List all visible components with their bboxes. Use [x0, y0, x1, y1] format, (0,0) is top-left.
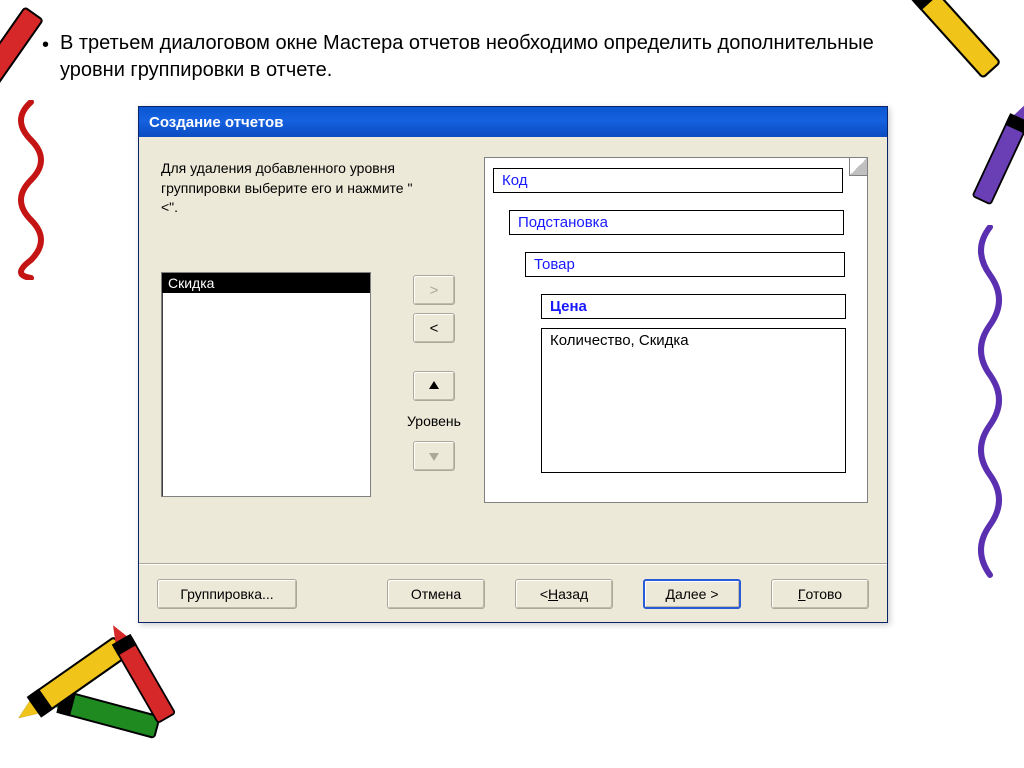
- grouping-options-button[interactable]: Группировка...: [157, 579, 297, 609]
- back-mnemonic: Н: [548, 586, 558, 602]
- priority-up-button[interactable]: [413, 371, 455, 401]
- group-level-2: Подстановка: [509, 210, 844, 235]
- dialog-body: Для удаления добавленного уровня группир…: [139, 137, 887, 622]
- remove-level-button[interactable]: <: [413, 313, 455, 343]
- priority-down-button[interactable]: [413, 441, 455, 471]
- page-fold-icon: [849, 158, 867, 176]
- next-button[interactable]: Далее >: [643, 579, 741, 609]
- group-level-4: Цена: [541, 294, 846, 319]
- decor-squiggle-purple: [970, 225, 1010, 585]
- dialog-description: Для удаления добавленного уровня группир…: [161, 159, 416, 218]
- fields-listbox[interactable]: Скидка: [161, 272, 371, 497]
- back-rest: азад: [558, 586, 588, 602]
- back-prefix: <: [540, 586, 548, 602]
- level-label: Уровень: [407, 413, 461, 429]
- arrow-down-icon: [427, 449, 441, 463]
- detail-fields-box: Количество, Скидка: [541, 328, 846, 473]
- next-rest: алее >: [675, 586, 719, 602]
- report-wizard-dialog: Создание отчетов Для удаления добавленно…: [138, 106, 888, 623]
- finish-button[interactable]: Готово: [771, 579, 869, 609]
- dialog-title: Создание отчетов: [149, 114, 283, 131]
- grouping-preview-panel: Код Подстановка Товар Цена Количество, С…: [484, 157, 868, 503]
- cancel-button[interactable]: Отмена: [387, 579, 485, 609]
- dialog-button-row: Группировка... Отмена < Назад Далее > Го…: [139, 564, 887, 622]
- arrow-up-icon: [427, 379, 441, 393]
- decor-crayon-yellow-tr: [898, 0, 1001, 79]
- listbox-item-selected[interactable]: Скидка: [162, 273, 370, 293]
- finish-mnemonic: Г: [798, 586, 806, 602]
- finish-rest: отово: [806, 586, 843, 602]
- decor-squiggle-red: [6, 100, 56, 280]
- arrow-buttons-column: > < Уровень: [394, 275, 474, 471]
- group-level-3: Товар: [525, 252, 845, 277]
- slide-bullet-text: В третьем диалоговом окне Мастера отчето…: [60, 30, 890, 84]
- decor-crayon-purple-r: [971, 98, 1024, 205]
- next-mnemonic: Д: [665, 586, 674, 602]
- dialog-titlebar: Создание отчетов: [139, 107, 887, 137]
- add-level-button[interactable]: >: [413, 275, 455, 305]
- back-button[interactable]: < Назад: [515, 579, 613, 609]
- group-level-1: Код: [493, 168, 843, 193]
